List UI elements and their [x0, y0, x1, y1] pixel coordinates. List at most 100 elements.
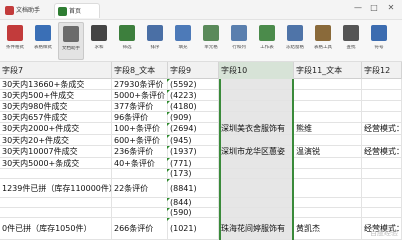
table-cell[interactable]: 30天内2000+件成交 — [0, 123, 112, 135]
ribbon-button-6[interactable]: 排序 — [142, 22, 168, 60]
table-cell[interactable] — [362, 169, 402, 179]
table-cell[interactable] — [362, 179, 402, 198]
table-cell[interactable]: 经营模式：生 — [362, 123, 402, 135]
table-cell[interactable] — [294, 90, 362, 101]
table-cell[interactable]: 熊维 — [294, 123, 362, 135]
table-cell[interactable] — [219, 112, 294, 123]
table-cell[interactable] — [219, 179, 294, 198]
table-cell[interactable]: 30天内657件成交 — [0, 112, 112, 123]
table-cell[interactable]: (4180) — [168, 101, 219, 112]
table-cell[interactable] — [112, 198, 168, 208]
table-cell[interactable]: 30天内500+件成交 — [0, 90, 112, 101]
table-cell[interactable] — [112, 208, 168, 218]
table-cell[interactable] — [219, 198, 294, 208]
table-cell[interactable]: 96条评价 — [112, 112, 168, 123]
table-cell[interactable]: (590) — [168, 208, 219, 218]
column-header-10[interactable]: 字段10 — [219, 62, 294, 79]
ribbon-button-14[interactable]: 符号 — [366, 22, 392, 60]
column-header-7[interactable]: 字段7 — [0, 62, 112, 79]
ribbon-button-5[interactable]: 筛选 — [114, 22, 140, 60]
table-cell[interactable]: (1937) — [168, 146, 219, 158]
column-header-9[interactable]: 字段9 — [168, 62, 219, 79]
table-cell[interactable] — [112, 169, 168, 179]
table-cell[interactable]: (844) — [168, 198, 219, 208]
table-cell[interactable]: (8841) — [168, 179, 219, 198]
table-cell[interactable]: 珠海花间婷服饰有 — [219, 218, 294, 240]
table-cell[interactable]: (2694) — [168, 123, 219, 135]
table-cell[interactable] — [294, 169, 362, 179]
table-cell[interactable]: (5592) — [168, 79, 219, 90]
ribbon-button-3[interactable]: 文档助手 — [58, 22, 84, 60]
table-cell[interactable] — [219, 135, 294, 146]
table-cell[interactable] — [0, 208, 112, 218]
ribbon-button-13[interactable]: 查找 — [338, 22, 364, 60]
ribbon-button-11[interactable]: 冻结窗格 — [282, 22, 308, 60]
table-cell[interactable] — [362, 79, 402, 90]
ribbon-button-10[interactable]: 工作表 — [254, 22, 280, 60]
table-cell[interactable]: 30天内20+件成交 — [0, 135, 112, 146]
table-cell[interactable]: (173) — [168, 169, 219, 179]
table-cell[interactable]: 0件已拼（库存1050件） — [0, 218, 112, 240]
table-cell[interactable]: 100+条评价 — [112, 123, 168, 135]
table-cell[interactable]: 266条评价 — [112, 218, 168, 240]
table-cell[interactable]: 30天内13660+条成交 — [0, 79, 112, 90]
table-cell[interactable] — [219, 79, 294, 90]
table-cell[interactable] — [0, 198, 112, 208]
table-cell[interactable]: 27930条评价 — [112, 79, 168, 90]
table-cell[interactable] — [362, 90, 402, 101]
table-cell[interactable]: (4223) — [168, 90, 219, 101]
table-cell[interactable] — [0, 169, 112, 179]
table-cell[interactable]: 40+条评价 — [112, 158, 168, 169]
table-cell[interactable]: 温演锐 — [294, 146, 362, 158]
column-header-11[interactable]: 字段11_文本 — [294, 62, 362, 79]
tab-home[interactable]: 首页 — [54, 3, 100, 18]
column-header-8[interactable]: 字段8_文本 — [112, 62, 168, 79]
table-cell[interactable] — [362, 208, 402, 218]
table-cell[interactable]: 经营模式：生 — [362, 146, 402, 158]
table-cell[interactable]: 深圳市龙华区蕙姿 — [219, 146, 294, 158]
table-cell[interactable] — [219, 158, 294, 169]
table-cell[interactable] — [362, 112, 402, 123]
table-cell[interactable]: 236条评价 — [112, 146, 168, 158]
ribbon-button-1[interactable]: 条件格式 — [2, 22, 28, 60]
ribbon-button-9[interactable]: 行和列 — [226, 22, 252, 60]
tab-doc-assistant[interactable]: 文档助手 — [2, 3, 52, 18]
ribbon-button-8[interactable]: 单元格 — [198, 22, 224, 60]
table-cell[interactable]: 黄凯杰 — [294, 218, 362, 240]
table-cell[interactable]: 5000+条评价 — [112, 90, 168, 101]
table-cell[interactable] — [294, 135, 362, 146]
table-cell[interactable]: 600+条评价 — [112, 135, 168, 146]
table-cell[interactable] — [362, 198, 402, 208]
close-button[interactable]: ✕ — [385, 2, 397, 14]
table-cell[interactable]: (909) — [168, 112, 219, 123]
table-cell[interactable] — [294, 101, 362, 112]
table-cell[interactable] — [219, 101, 294, 112]
table-cell[interactable] — [294, 158, 362, 169]
table-cell[interactable]: 377条评价 — [112, 101, 168, 112]
table-cell[interactable] — [219, 169, 294, 179]
table-cell[interactable] — [219, 90, 294, 101]
maximize-button[interactable]: □ — [368, 2, 380, 14]
table-cell[interactable] — [294, 112, 362, 123]
ribbon-button-12[interactable]: 表格工具 — [310, 22, 336, 60]
table-cell[interactable] — [362, 101, 402, 112]
table-cell[interactable]: 1239件已拼（库存110000件） — [0, 179, 112, 198]
table-cell[interactable] — [294, 198, 362, 208]
table-cell[interactable]: (945) — [168, 135, 219, 146]
table-cell[interactable]: 深圳美衣舍服饰有 — [219, 123, 294, 135]
table-cell[interactable]: 30天内980件成交 — [0, 101, 112, 112]
ribbon-button-7[interactable]: 填充 — [170, 22, 196, 60]
table-cell[interactable] — [362, 135, 402, 146]
table-cell[interactable] — [219, 208, 294, 218]
column-header-12[interactable]: 字段12 — [362, 62, 402, 79]
table-cell[interactable] — [362, 158, 402, 169]
table-cell[interactable]: (1021) — [168, 218, 219, 240]
table-cell[interactable]: 30天内10007件成交 — [0, 146, 112, 158]
ribbon-button-2[interactable]: 表格样式 — [30, 22, 56, 60]
ribbon-button-4[interactable]: 求和 — [86, 22, 112, 60]
table-cell[interactable]: 22条评价 — [112, 179, 168, 198]
table-cell[interactable]: 30天内5000+条成交 — [0, 158, 112, 169]
table-cell[interactable] — [294, 179, 362, 198]
minimize-button[interactable]: — — [352, 2, 364, 14]
table-cell[interactable]: (771) — [168, 158, 219, 169]
